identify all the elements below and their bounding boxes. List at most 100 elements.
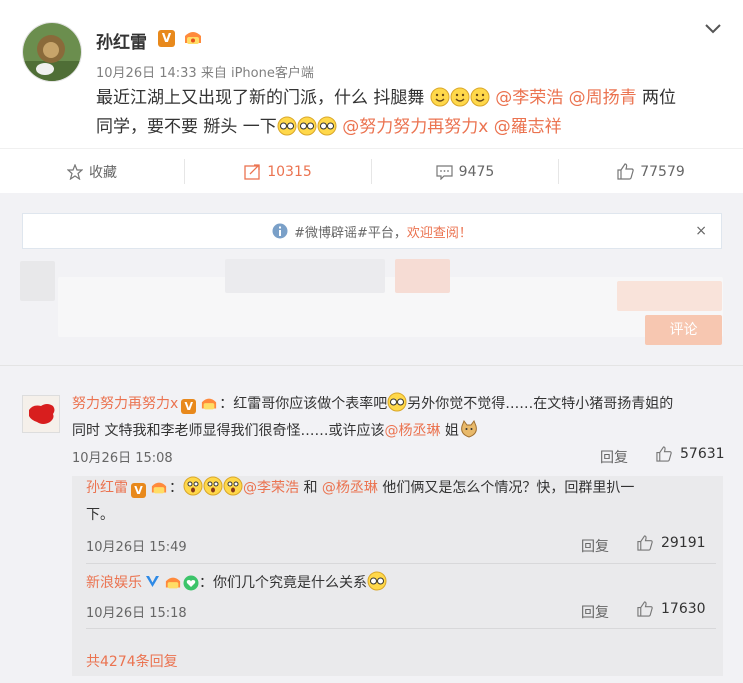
reply-text-segment: 和 [299, 480, 322, 496]
reply-text-segment: 他们俩又是怎么个情况？快，回群里扒一 [377, 480, 635, 496]
mention-link[interactable]: @努力努力再努力x [342, 117, 488, 137]
comment-composer[interactable] [0, 249, 743, 349]
blurred-region [395, 259, 450, 293]
post-source: iPhone客户端 [230, 66, 314, 81]
verified-v-icon: V [131, 483, 146, 498]
comment-time: 10月26日 15:08 [72, 451, 173, 466]
smile-emoji-icon [450, 87, 470, 107]
repost-button[interactable]: 10315 [185, 149, 371, 194]
author-name[interactable]: 孙红雷 [96, 28, 147, 53]
comment-text-segment: 另外你觉不觉得……在文特小猪哥扬青姐的 [407, 396, 674, 412]
reply-item: 新浪娱乐 ：你们几个究竟是什么关系 [86, 570, 706, 597]
mention-link[interactable]: @羅志祥 [494, 117, 562, 137]
info-icon [272, 223, 288, 239]
reply-like-button[interactable]: 29191 [637, 535, 706, 551]
glasses-emoji-icon [367, 571, 387, 591]
reply-button[interactable]: 回复 [581, 536, 609, 556]
blurred-region [225, 259, 385, 293]
reply-button[interactable]: 回复 [581, 602, 609, 622]
rumor-notice-bar: #微博辟谣#平台， 欢迎查阅！ × [22, 213, 722, 249]
reply-time: 10月26日 15:18 [86, 606, 187, 621]
post-action-bar: 收藏 10315 9475 77579 [0, 148, 743, 193]
reply-button[interactable]: 回复 [600, 447, 628, 467]
favorite-button[interactable]: 收藏 [0, 149, 184, 194]
comment-like-button[interactable]: 57631 [656, 446, 725, 462]
mention-link[interactable]: @周扬青 [569, 88, 637, 108]
reply-like-button[interactable]: 17630 [637, 601, 706, 617]
post-text-segment: 同学，要不要 掰头 一下 [96, 117, 277, 137]
thumbs-up-icon [637, 601, 653, 617]
chevron-down-icon[interactable] [704, 22, 722, 36]
reply-text-segment: 下。 [86, 507, 114, 523]
blurred-region [617, 281, 722, 311]
notice-text: #微博辟谣#平台， [294, 225, 407, 241]
lion-avatar-icon [23, 23, 81, 81]
post-text-segment: 两位 [636, 88, 677, 108]
post-meta: 10月26日 14:33 来自 iPhone客户端 [96, 62, 314, 81]
separator: ： [219, 396, 234, 412]
vip-level-icon [165, 577, 181, 589]
comment-icon [436, 164, 453, 180]
comment-like-count: 57631 [680, 446, 725, 462]
separator: ： [199, 575, 213, 591]
replier-name[interactable]: 孙红雷 [86, 480, 128, 496]
reply-thread: 孙红雷 V ： @李荣浩 和 @杨丞琳 他们俩又是怎么个情况？快，回群里扒一 下。 1… [72, 476, 723, 676]
comment-text-segment: 红雷哥你应该做个表率吧 [233, 396, 388, 412]
post-text-segment: 最近江湖上又出现了新的门派，什么 抖腿舞 [96, 88, 425, 108]
thumbs-up-icon [656, 446, 672, 462]
post-time[interactable]: 10月26日 14:33 [96, 66, 197, 81]
vip-level-icon [151, 482, 167, 494]
repost-icon [244, 163, 260, 180]
cat-emoji-icon [461, 419, 477, 438]
verified-v-icon: V [158, 30, 175, 47]
blurred-avatar [20, 261, 55, 301]
favorite-label: 收藏 [89, 164, 117, 181]
glasses-emoji-icon [297, 116, 317, 136]
shocked-emoji-icon [223, 476, 243, 496]
reply-like-count: 17630 [661, 601, 706, 617]
reply-time: 10月26日 15:49 [86, 540, 187, 555]
post-text: 最近江湖上又出现了新的门派，什么 抖腿舞 @李荣浩 @周扬青 两位 同学，要不要… [96, 84, 716, 142]
thumbs-up-icon [617, 163, 634, 180]
shocked-emoji-icon [183, 476, 203, 496]
shocked-emoji-icon [203, 476, 223, 496]
thumbs-up-icon [637, 535, 653, 551]
glasses-emoji-icon [387, 392, 407, 412]
blue-verified-icon [146, 576, 159, 587]
separator: ： [169, 480, 183, 496]
reply-text-segment: 你们几个究竟是什么关系 [213, 575, 367, 591]
comments-panel: #微博辟谣#平台， 欢迎查阅！ × 评论 努力努力再努力x V ：红雷哥你应该做个表… [0, 193, 743, 683]
mention-link[interactable]: @杨丞琳 [384, 423, 440, 439]
vip-level-icon [185, 32, 201, 44]
verified-v-icon: V [181, 399, 197, 414]
view-more-replies-link[interactable]: 共4274条回复 [86, 651, 178, 671]
china-map-avatar-icon [23, 396, 59, 432]
replier-name[interactable]: 新浪娱乐 [86, 575, 142, 591]
notice-link[interactable]: 欢迎查阅！ [407, 222, 472, 241]
repost-count: 10315 [267, 163, 312, 180]
like-count: 77579 [640, 163, 685, 180]
comment-button[interactable]: 9475 [372, 149, 558, 194]
comment-count: 9475 [458, 163, 495, 180]
mention-link[interactable]: @李荣浩 [495, 88, 563, 108]
reply-item: 孙红雷 V ： @李荣浩 和 @杨丞琳 他们俩又是怎么个情况？快，回群里扒一 下。 [86, 475, 706, 529]
reply-divider [86, 628, 716, 629]
reply-like-count: 29191 [661, 535, 706, 551]
mention-link[interactable]: @杨丞琳 [322, 480, 378, 496]
commenter-name[interactable]: 努力努力再努力x [72, 396, 178, 412]
like-button[interactable]: 77579 [559, 149, 743, 194]
glasses-emoji-icon [277, 116, 297, 136]
smile-emoji-icon [430, 87, 450, 107]
star-icon [67, 163, 83, 180]
close-icon[interactable]: × [695, 223, 707, 239]
source-prefix: 来自 [200, 66, 227, 81]
commenter-avatar[interactable] [22, 395, 60, 433]
weibo-post: 孙红雷 V 10月26日 14:33 来自 iPhone客户端 最近江湖上又出现… [0, 0, 743, 148]
comment-text-segment: 同时 文特我和李老师显得我们很奇怪……或许应该 [72, 423, 385, 439]
author-avatar[interactable] [22, 22, 82, 82]
mention-link[interactable]: @李荣浩 [243, 480, 299, 496]
glasses-emoji-icon [317, 116, 337, 136]
vip-level-icon [202, 398, 217, 410]
reply-divider [86, 563, 716, 564]
submit-comment-button[interactable]: 评论 [645, 315, 722, 345]
